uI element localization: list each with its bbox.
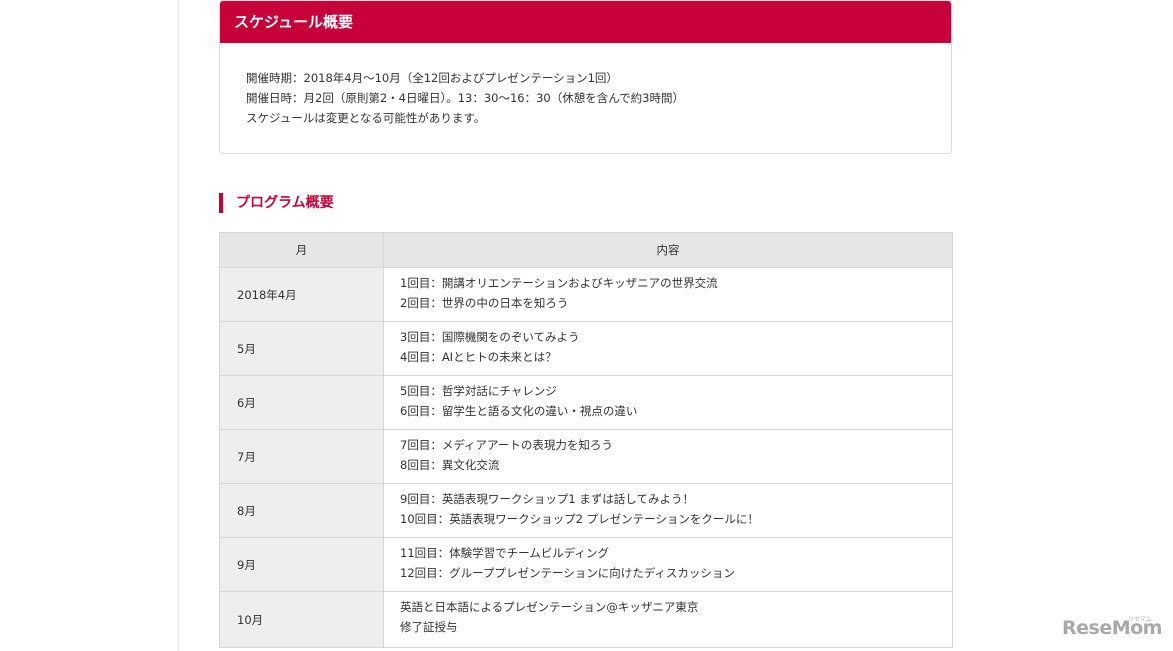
session-item: 4回目：AIとヒトの未来とは？ [400,350,557,364]
session-item: 3回目：国際機関をのぞいてみよう [400,330,580,344]
column-header-month: 月 [219,232,384,268]
session-item: 7回目：メディアアートの表現力を知ろう [400,438,613,452]
schedule-summary-body: 開催時期：2018年4月〜10月（全12回およびプレゼンテーション1回） 開催日… [220,43,951,128]
session-item: 12回目：グループプレゼンテーションに向けたディスカッション [400,566,735,580]
session-item: 1回目：開講オリエンテーションおよびキッザニアの世界交流 [400,276,718,290]
table-row: 7月 7回目：メディアアートの表現力を知ろう 8回目：異文化交流 [219,429,953,484]
schedule-period: 開催時期：2018年4月〜10月（全12回およびプレゼンテーション1回） [246,71,618,85]
content-cell: 英語と日本語によるプレゼンテーション@キッザニア東京 修了証授与 [383,591,953,648]
content-cell: 3回目：国際機関をのぞいてみよう 4回目：AIとヒトの未来とは？ [383,321,953,376]
month-cell: 8月 [219,483,384,538]
table-row: 5月 3回目：国際機関をのぞいてみよう 4回目：AIとヒトの未来とは？ [219,321,953,376]
session-item: 修了証授与 [400,620,458,634]
session-item: 6回目：留学生と語る文化の違い・視点の違い [400,404,638,418]
session-item: 8回目：異文化交流 [400,458,500,472]
session-item: 英語と日本語によるプレゼンテーション@キッザニア東京 [400,600,699,614]
session-item: 2回目：世界の中の日本を知ろう [400,296,569,310]
schedule-summary-panel: スケジュール概要 開催時期：2018年4月〜10月（全12回およびプレゼンテーシ… [219,0,952,154]
table-row: 6月 5回目：哲学対話にチャレンジ 6回目：留学生と語る文化の違い・視点の違い [219,375,953,430]
program-table: 月 内容 2018年4月 1回目：開講オリエンテーションおよびキッザニアの世界交… [219,232,953,648]
content-cell: 11回目：体験学習でチームビルディング 12回目：グループプレゼンテーションに向… [383,537,953,592]
table-row: 8月 9回目：英語表現ワークショップ1 まずは話してみよう！ 10回目：英語表現… [219,483,953,538]
month-cell: 10月 [219,591,384,648]
table-row: 2018年4月 1回目：開講オリエンテーションおよびキッザニアの世界交流 2回目… [219,267,953,322]
month-cell: 6月 [219,375,384,430]
content-cell: 7回目：メディアアートの表現力を知ろう 8回目：異文化交流 [383,429,953,484]
page-left-divider [178,0,179,651]
schedule-summary-title: スケジュール概要 [220,1,951,43]
table-header-row: 月 内容 [219,232,953,268]
resemom-logo-subtext: リセマム [1128,616,1153,623]
content-cell: 9回目：英語表現ワークショップ1 まずは話してみよう！ 10回目：英語表現ワーク… [383,483,953,538]
table-row: 9月 11回目：体験学習でチームビルディング 12回目：グループプレゼンテーショ… [219,537,953,592]
month-cell: 9月 [219,537,384,592]
session-item: 5回目：哲学対話にチャレンジ [400,384,557,398]
content-cell: 1回目：開講オリエンテーションおよびキッザニアの世界交流 2回目：世界の中の日本… [383,267,953,322]
session-item: 9回目：英語表現ワークショップ1 まずは話してみよう！ [400,492,694,506]
schedule-datetime: 開催日時：月2回（原則第2・4日曜日）。13：30〜16：30（休憩を含んで約3… [246,91,684,105]
session-item: 11回目：体験学習でチームビルディング [400,546,609,560]
table-row: 10月 英語と日本語によるプレゼンテーション@キッザニア東京 修了証授与 [219,591,953,648]
month-cell: 5月 [219,321,384,376]
program-summary-title: プログラム概要 [219,193,334,213]
session-item: 10回目：英語表現ワークショップ2 プレゼンテーションをクールに！ [400,512,759,526]
month-cell: 2018年4月 [219,267,384,322]
column-header-content: 内容 [383,232,953,268]
schedule-note: スケジュールは変更となる可能性があります。 [246,111,486,125]
month-cell: 7月 [219,429,384,484]
content-cell: 5回目：哲学対話にチャレンジ 6回目：留学生と語る文化の違い・視点の違い [383,375,953,430]
